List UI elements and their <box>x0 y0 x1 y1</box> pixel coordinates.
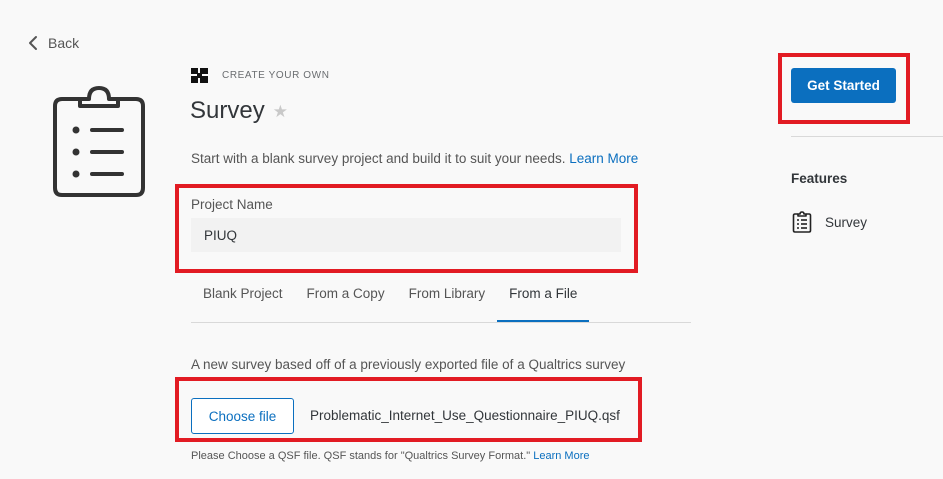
create-kicker: CREATE YOUR OWN <box>222 70 330 81</box>
qsf-learn-more-link[interactable]: Learn More <box>533 450 589 462</box>
chevron-left-icon <box>29 36 37 50</box>
clipboard-icon <box>53 86 145 197</box>
file-description: A new survey based off of a previously e… <box>191 357 626 372</box>
project-name-label: Project Name <box>191 197 273 212</box>
project-description: Start with a blank survey project and bu… <box>191 151 638 166</box>
title-row: Survey ★ <box>190 97 288 125</box>
source-tabs: Blank Project From a Copy From Library F… <box>191 276 691 323</box>
tab-blank-project[interactable]: Blank Project <box>191 276 295 322</box>
clipboard-icon <box>792 211 812 233</box>
qsf-hint-text: Please Choose a QSF file. QSF stands for… <box>191 450 534 462</box>
back-label: Back <box>48 35 80 51</box>
sidebar-divider <box>791 136 943 137</box>
tab-from-library[interactable]: From Library <box>397 276 498 322</box>
tab-from-a-copy[interactable]: From a Copy <box>295 276 397 322</box>
back-link[interactable]: Back <box>28 35 79 51</box>
qsf-hint: Please Choose a QSF file. QSF stands for… <box>191 450 589 462</box>
description-text: Start with a blank survey project and bu… <box>191 151 570 166</box>
qualtrics-logo-icon <box>191 68 208 83</box>
header-row: CREATE YOUR OWN <box>191 68 330 83</box>
get-started-button[interactable]: Get Started <box>791 68 896 103</box>
learn-more-link[interactable]: Learn More <box>569 151 638 166</box>
selected-file-name: Problematic_Internet_Use_Questionnaire_P… <box>310 408 620 423</box>
star-icon[interactable]: ★ <box>273 102 288 122</box>
feature-item-survey: Survey <box>792 211 867 233</box>
feature-label: Survey <box>825 214 868 230</box>
project-name-input[interactable] <box>191 218 621 252</box>
page-title: Survey <box>190 97 265 124</box>
tab-from-a-file[interactable]: From a File <box>497 276 590 322</box>
choose-file-button[interactable]: Choose file <box>191 398 294 434</box>
features-heading: Features <box>791 171 848 186</box>
